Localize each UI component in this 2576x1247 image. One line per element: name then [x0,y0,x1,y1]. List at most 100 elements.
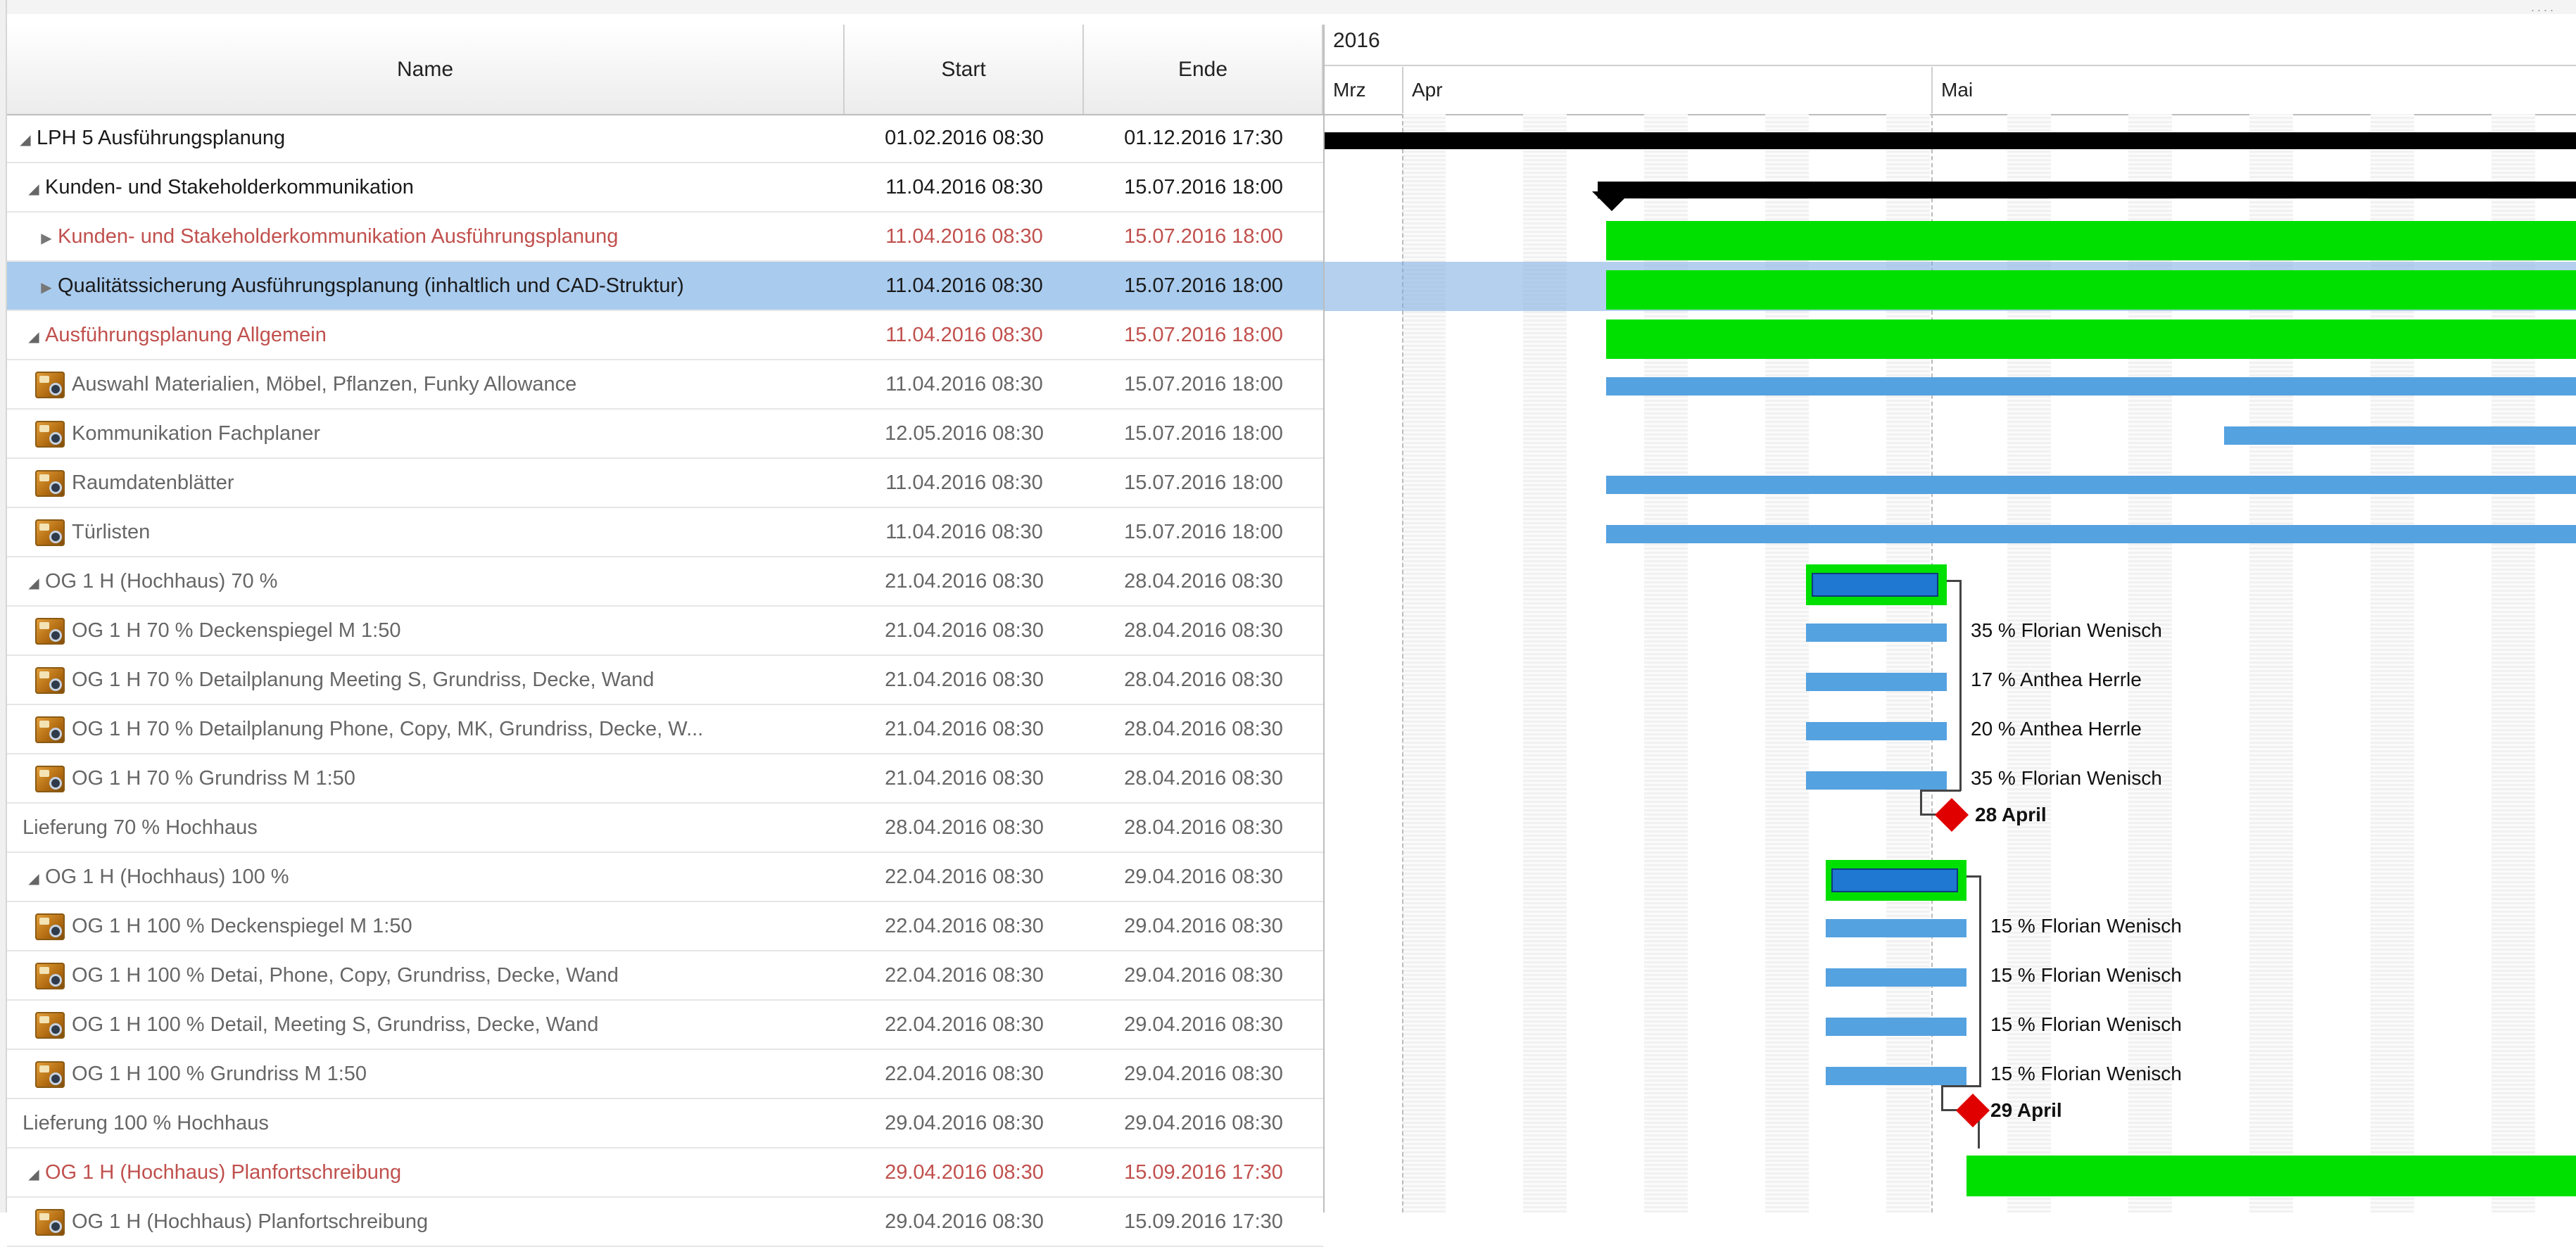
task-name-cell[interactable]: ▶ Qualitätssicherung Ausführungsplanung (… [7,262,866,310]
table-row[interactable]: OG 1 H (Hochhaus) Planfortschreibung 29.0… [7,1198,1323,1247]
gantt-group-bar[interactable] [1606,270,2576,310]
table-row[interactable]: ◢ OG 1 H (Hochhaus) 100 % 22.04.2016 08:30… [7,853,1323,902]
task-name-cell[interactable]: OG 1 H 100 % Deckenspiegel M 1:50 [7,902,866,950]
task-end-cell[interactable]: 15.09.2016 17:30 [1084,1198,1323,1246]
table-row[interactable]: OG 1 H 70 % Grundriss M 1:50 21.04.2016 0… [7,754,1323,804]
task-start-cell[interactable]: 01.02.2016 08:30 [845,114,1084,162]
task-name-cell[interactable]: ◢ LPH 5 Ausführungsplanung [7,114,845,162]
task-start-cell[interactable]: 29.04.2016 08:30 [845,1148,1084,1196]
collapse-arrow-icon[interactable]: ◢ [23,1151,45,1196]
table-row[interactable]: ▶ Kunden- und Stakeholderkommunikation Au… [7,213,1323,262]
milestone-diamond[interactable] [1934,797,1969,833]
table-row[interactable]: OG 1 H 100 % Detail, Meeting S, Grundris… [7,1001,1323,1050]
task-start-cell[interactable]: 21.04.2016 08:30 [845,705,1084,753]
gantt-task-bar[interactable] [1826,968,1966,987]
task-name-cell[interactable]: Auswahl Materialien, Möbel, Pflanzen, Fu… [7,360,866,408]
table-row[interactable]: OG 1 H 70 % Detailplanung Meeting S, Gru… [7,656,1323,705]
task-name-cell[interactable]: OG 1 H 70 % Detailplanung Phone, Copy, M… [7,705,866,753]
milestone-diamond[interactable] [1955,1093,1990,1128]
task-end-cell[interactable]: 15.09.2016 17:30 [1084,1148,1323,1196]
task-name-cell[interactable]: Kommunikation Fachplaner [7,410,866,457]
gantt-group-bar[interactable] [1606,221,2576,260]
task-end-cell[interactable]: 29.04.2016 08:30 [1084,1001,1323,1049]
table-row[interactable]: Kommunikation Fachplaner 12.05.2016 08:30… [7,410,1323,459]
task-name-cell[interactable]: Lieferung 100 % Hochhaus [7,1099,853,1147]
task-end-cell[interactable]: 29.04.2016 08:30 [1084,951,1323,999]
task-end-cell[interactable]: 15.07.2016 18:00 [1084,262,1323,310]
table-row[interactable]: OG 1 H 70 % Deckenspiegel M 1:50 21.04.20… [7,607,1323,656]
task-end-cell[interactable]: 15.07.2016 18:00 [1084,508,1323,556]
task-name-cell[interactable]: OG 1 H 70 % Detailplanung Meeting S, Gru… [7,656,866,704]
task-start-cell[interactable]: 22.04.2016 08:30 [845,1001,1084,1049]
task-end-cell[interactable]: 01.12.2016 17:30 [1084,114,1323,162]
task-start-cell[interactable]: 28.04.2016 08:30 [845,804,1084,852]
collapse-arrow-icon[interactable]: ◢ [14,116,37,162]
gantt-task-bar[interactable] [1606,476,2576,494]
gantt-task-bar[interactable] [1806,771,1947,790]
table-row[interactable]: ◢ LPH 5 Ausführungsplanung 01.02.2016 08:3… [7,114,1323,163]
task-name-cell[interactable]: OG 1 H 70 % Deckenspiegel M 1:50 [7,607,866,654]
window-grip-dots[interactable]: .... [2531,0,2556,15]
table-row[interactable]: Raumdatenblätter 11.04.2016 08:30 15.07.20… [7,459,1323,508]
task-end-cell[interactable]: 15.07.2016 18:00 [1084,410,1323,457]
task-end-cell[interactable]: 28.04.2016 08:30 [1084,804,1323,852]
task-start-cell[interactable]: 11.04.2016 08:30 [845,262,1084,310]
task-end-cell[interactable]: 28.04.2016 08:30 [1084,754,1323,802]
task-end-cell[interactable]: 29.04.2016 08:30 [1084,1099,1323,1147]
task-end-cell[interactable]: 15.07.2016 18:00 [1084,459,1323,507]
task-name-cell[interactable]: ◢ Kunden- und Stakeholderkommunikation [7,163,853,211]
gantt-group-bar[interactable] [1966,1156,2576,1196]
task-name-cell[interactable]: ▶ Kunden- und Stakeholderkommunikation Au… [7,213,866,260]
gantt-task-bar[interactable] [1606,525,2576,543]
task-start-cell[interactable]: 11.04.2016 08:30 [845,213,1084,260]
expand-arrow-icon[interactable]: ▶ [35,215,58,260]
task-end-cell[interactable]: 29.04.2016 08:30 [1084,1050,1323,1098]
gantt-task-bar[interactable] [1826,1067,1966,1085]
task-start-cell[interactable]: 11.04.2016 08:30 [845,508,1084,556]
column-header-end[interactable]: Ende [1084,25,1323,114]
table-row[interactable]: OG 1 H 70 % Detailplanung Phone, Copy, M… [7,705,1323,754]
table-row[interactable]: OG 1 H 100 % Deckenspiegel M 1:50 22.04.2… [7,902,1323,951]
gantt-task-bar[interactable] [1826,919,1966,937]
column-header-start[interactable]: Start [845,25,1084,114]
gantt-task-bar[interactable] [1806,673,1947,691]
collapse-arrow-icon[interactable]: ◢ [23,855,45,901]
gantt-summary-bar[interactable] [1325,132,2576,149]
table-row[interactable]: Auswahl Materialien, Möbel, Pflanzen, Fu… [7,360,1323,410]
collapse-arrow-icon[interactable]: ◢ [23,165,45,211]
task-start-cell[interactable]: 11.04.2016 08:30 [845,311,1084,359]
task-start-cell[interactable]: 29.04.2016 08:30 [845,1099,1084,1147]
task-end-cell[interactable]: 15.07.2016 18:00 [1084,213,1323,260]
collapse-arrow-icon[interactable]: ◢ [23,313,45,359]
task-start-cell[interactable]: 11.04.2016 08:30 [845,459,1084,507]
task-start-cell[interactable]: 22.04.2016 08:30 [845,1050,1084,1098]
task-name-cell[interactable]: OG 1 H 100 % Detai, Phone, Copy, Grundri… [7,951,866,999]
gantt-task-bar[interactable] [1806,624,1947,642]
task-start-cell[interactable]: 21.04.2016 08:30 [845,754,1084,802]
task-end-cell[interactable]: 15.07.2016 18:00 [1084,163,1323,211]
task-start-cell[interactable]: 22.04.2016 08:30 [845,951,1084,999]
task-start-cell[interactable]: 21.04.2016 08:30 [845,607,1084,654]
task-start-cell[interactable]: 21.04.2016 08:30 [845,557,1084,605]
gantt-task-bar[interactable] [2224,426,2576,445]
table-row[interactable]: Lieferung 70 % Hochhaus 28.04.2016 08:30 2… [7,804,1323,853]
task-name-cell[interactable]: OG 1 H (Hochhaus) Planfortschreibung [7,1198,866,1246]
gantt-group-bar[interactable] [1606,319,2576,359]
task-start-cell[interactable]: 11.04.2016 08:30 [845,360,1084,408]
table-row[interactable]: OG 1 H 100 % Grundriss M 1:50 22.04.2016 … [7,1050,1323,1099]
task-end-cell[interactable]: 28.04.2016 08:30 [1084,607,1323,654]
task-end-cell[interactable]: 28.04.2016 08:30 [1084,705,1323,753]
table-row[interactable]: OG 1 H 100 % Detai, Phone, Copy, Grundri… [7,951,1323,1001]
task-name-cell[interactable]: OG 1 H 70 % Grundriss M 1:50 [7,754,866,802]
task-name-cell[interactable]: ◢ OG 1 H (Hochhaus) 70 % [7,557,853,605]
table-row[interactable]: Lieferung 100 % Hochhaus 29.04.2016 08:30… [7,1099,1323,1148]
gantt-task-bar[interactable] [1806,722,1947,740]
expand-arrow-icon[interactable]: ▶ [35,264,58,310]
task-name-cell[interactable]: ◢ OG 1 H (Hochhaus) 100 % [7,853,853,901]
task-name-cell[interactable]: Türlisten [7,508,866,556]
table-row[interactable]: Türlisten 11.04.2016 08:30 15.07.2016 18:0… [7,508,1323,557]
task-start-cell[interactable]: 29.04.2016 08:30 [845,1198,1084,1246]
table-row[interactable]: ◢ Ausführungsplanung Allgemein 11.04.2016 … [7,311,1323,360]
gantt-task-bar[interactable] [1606,377,2576,395]
task-name-cell[interactable]: Raumdatenblätter [7,459,866,507]
